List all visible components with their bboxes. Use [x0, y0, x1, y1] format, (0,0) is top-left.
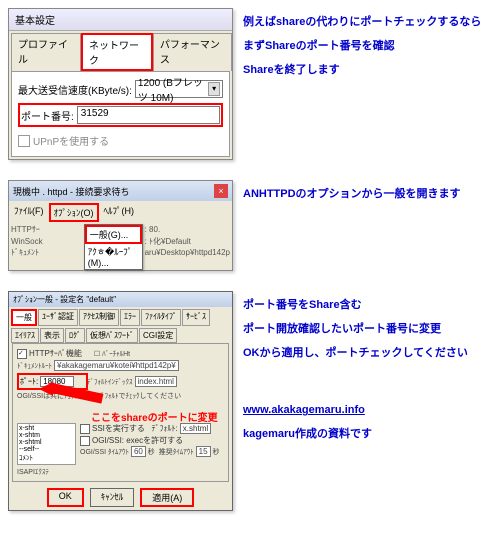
ext-listbox[interactable]: x-sht x-shtm x-shtml --self-- ｺﾒﾝﾄ [17, 423, 76, 465]
port-label: ポート番号: [21, 108, 74, 123]
tab-performance[interactable]: パフォーマンス [153, 33, 232, 71]
button-row: OK ｷｬﾝｾﾙ 適用(A) [9, 485, 232, 510]
upnp-label: UPnPを使用する [33, 133, 109, 148]
speed-combo[interactable]: 1200 (Bフレッツ 10M) ▾ [135, 80, 223, 98]
speed-label: 最大送受信速度(KByte/s): [18, 82, 132, 97]
default-index-input[interactable]: index.html [135, 376, 177, 387]
tab-error[interactable]: ｴﾗｰ [120, 309, 140, 326]
source-link[interactable]: www.akakagemaru.info [243, 404, 365, 416]
close-icon[interactable]: × [214, 184, 228, 198]
window-title: 基本設定 [9, 9, 232, 31]
option-dropdown: 一般(G)... ｱｸﾾ�ﾙｰﾌﾟ(M)... [84, 224, 143, 270]
tab-cgi[interactable]: CGI設定 [139, 328, 177, 343]
section2-notes: ANHTTPDのオプションから一般を開きます [243, 180, 492, 271]
tab-filetype[interactable]: ﾌｧｲﾙﾀｲﾌﾟ [141, 309, 181, 326]
menu-bar: ﾌｧｲﾙ(F) ｵﾌﾟｼｮﾝ(O) ﾍﾙﾌﾟ(H) [9, 201, 232, 224]
menu-item-general[interactable]: 一般(G)... [85, 225, 142, 244]
tab-network[interactable]: ネットワーク [81, 33, 153, 71]
window-title: ｵﾌﾟｼｮﾝ一般 - 設定名 "default" [9, 292, 232, 307]
menu-option[interactable]: ｵﾌﾟｼｮﾝ(O) [49, 203, 99, 222]
section1-notes: 例えばshareの代わりにポートチェックするなら まずShareのポート番号を確… [243, 8, 492, 160]
tab-profile[interactable]: プロファイル [11, 33, 81, 71]
port-input[interactable]: 31529 [77, 106, 220, 124]
port-label: ﾎﾟｰﾄ: [20, 376, 38, 387]
cancel-button[interactable]: ｷｬﾝｾﾙ [90, 488, 135, 507]
tab-access[interactable]: ｱｸｾｽ制御 [79, 309, 119, 326]
share-settings-window: 基本設定 プロファイル ネットワーク パフォーマンス 最大送受信速度(KByte… [8, 8, 233, 160]
http-checkbox[interactable] [17, 349, 27, 359]
menu-help[interactable]: ﾍﾙﾌﾟ(H) [101, 203, 138, 222]
tab-vpass[interactable]: 仮想ﾊﾟｽﾜｰﾄﾞ [86, 328, 138, 343]
docroot-input[interactable]: ¥akakagemaru¥kotei¥httpd142p¥ [54, 360, 179, 371]
tab-bar: プロファイル ネットワーク パフォーマンス [9, 31, 232, 71]
ok-button[interactable]: OK [47, 488, 84, 507]
chevron-down-icon[interactable]: ▾ [208, 82, 220, 96]
tab-log[interactable]: ﾛｸﾞ [65, 328, 85, 343]
dialog-body: HTTPｻｰﾊﾞ機能☐ ﾊﾞｰﾁｬﾙHt ﾄﾞｷｭﾒﾝﾄﾙｰﾄ ¥akakage… [12, 343, 229, 482]
options-dialog: ｵﾌﾟｼｮﾝ一般 - 設定名 "default" 一般 ﾕｰｻﾞ認証 ｱｸｾｽ制… [8, 291, 233, 511]
anhttpd-window: 現機中 . httpd - 接続要求待ち × ﾌｧｲﾙ(F) ｵﾌﾟｼｮﾝ(O)… [8, 180, 233, 271]
tab-auth[interactable]: ﾕｰｻﾞ認証 [38, 309, 78, 326]
port-highlight: ポート番号: 31529 [18, 103, 223, 127]
tab-service[interactable]: ｻｰﾋﾞｽ [182, 309, 210, 326]
tab-alias[interactable]: ｴｲﾘｱｽ [11, 328, 39, 343]
section3-notes: ポート番号をShare含む ポート開放確認したいポート番号に変更 OKから適用し… [243, 291, 492, 511]
tab-display[interactable]: 表示 [40, 328, 64, 343]
annotation-text: ここをshareのポートに変更 [91, 409, 218, 424]
window-title: 現機中 . httpd - 接続要求待ち × [9, 181, 232, 201]
menu-file[interactable]: ﾌｧｲﾙ(F) [11, 203, 47, 222]
tab-general[interactable]: 一般 [11, 309, 37, 326]
menu-item-group[interactable]: ｱｸﾾ�ﾙｰﾌﾟ(M)... [85, 244, 142, 269]
apply-button[interactable]: 適用(A) [140, 488, 194, 507]
upnp-checkbox[interactable] [18, 135, 30, 147]
